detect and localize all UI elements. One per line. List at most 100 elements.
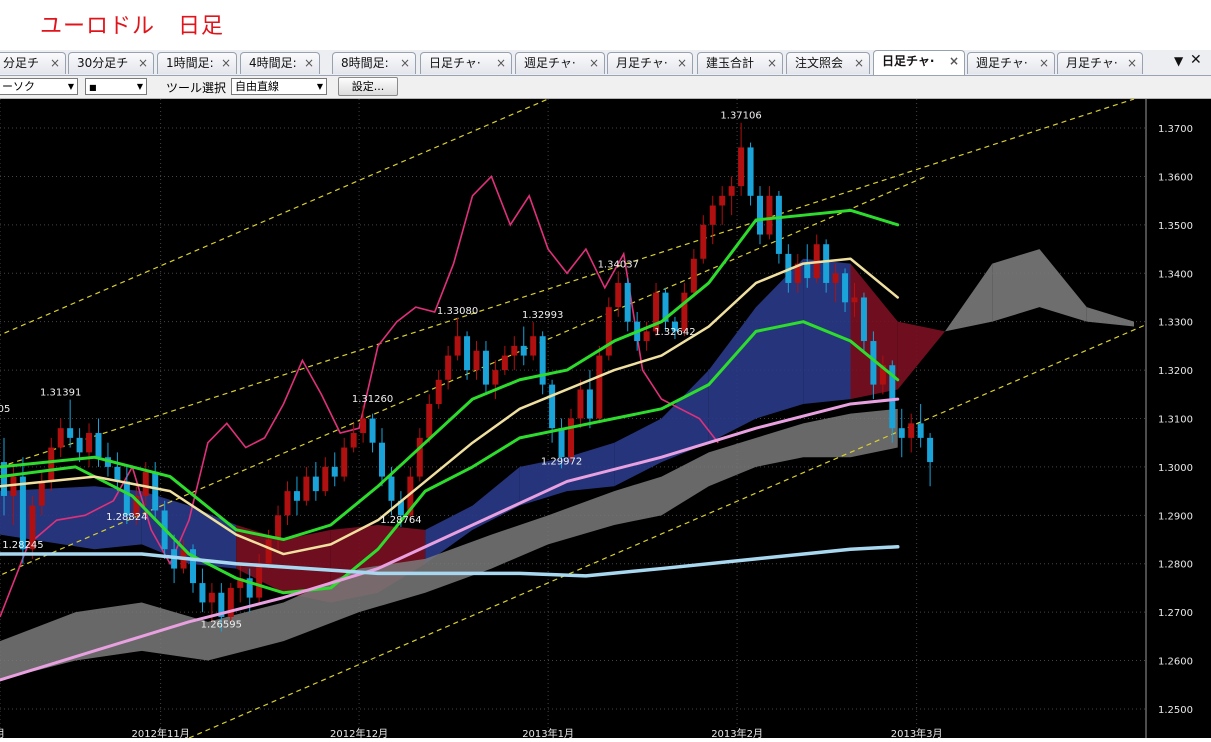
candle-body — [76, 437, 83, 453]
candle-body — [728, 186, 735, 196]
tab-bar: 分足チ × 30分足チ × 1時間足: × 4時間足: × 8時間足: × 日足チャ· × … — [0, 50, 1211, 76]
tab-label: 日足チャ· — [882, 54, 935, 68]
tab-order-inquiry[interactable]: 注文照会 × — [786, 52, 870, 74]
tool-select[interactable]: 自由直線 ▼ — [231, 78, 327, 95]
candle-body — [624, 282, 631, 322]
candle-body — [681, 292, 688, 332]
y-tick-label: 1.3000 — [1158, 463, 1193, 474]
close-icon[interactable]: × — [677, 53, 687, 74]
y-tick-label: 1.3600 — [1158, 172, 1193, 183]
candle-body — [208, 592, 215, 603]
candle-body — [605, 307, 612, 356]
candle-body — [416, 437, 423, 477]
price-annotation: 1.33080 — [437, 306, 478, 317]
tab-weekly-chart[interactable]: 週足チャ· × — [515, 52, 605, 74]
close-icon[interactable]: × — [400, 53, 410, 74]
y-tick-label: 1.3500 — [1158, 221, 1193, 232]
candle-body — [303, 476, 310, 501]
y-tick-label: 1.3300 — [1158, 318, 1193, 329]
price-annotation: 1.29972 — [541, 456, 582, 467]
tab-list-menu-icon[interactable]: ▼ — [1174, 54, 1183, 68]
y-tick-label: 1.3100 — [1158, 415, 1193, 426]
page-title: ユーロドル 日足 — [40, 14, 225, 39]
candle-body — [908, 423, 915, 438]
candle-body — [501, 355, 508, 371]
candle-body — [492, 370, 499, 385]
tab-label: 注文照会 — [795, 56, 844, 70]
candle-body — [615, 282, 622, 308]
candle-body — [823, 244, 830, 283]
close-icon[interactable]: × — [1127, 53, 1137, 74]
price-annotation: 1.28245 — [2, 540, 43, 551]
close-icon[interactable]: × — [221, 53, 231, 74]
tab-30min-chart[interactable]: 30分足チ × — [68, 52, 154, 74]
tab-minute-chart[interactable]: 分足チ × — [0, 52, 66, 74]
tab-label: 週足チャ· — [976, 56, 1028, 70]
candle-body — [766, 195, 773, 235]
tab-monthly-chart[interactable]: 月足チャ· × — [607, 52, 693, 74]
close-icon[interactable]: × — [767, 53, 777, 74]
marker-select[interactable]: ■ ▼ — [85, 78, 147, 95]
candle-body — [38, 481, 45, 506]
chart-area[interactable]: 05 1.31391 1.28824 1.28245 1.26595 1.31260 1.2… — [0, 98, 1211, 740]
tab-monthly-chart-2[interactable]: 月足チャ· × — [1057, 52, 1143, 74]
candle-body — [700, 224, 707, 259]
settings-button[interactable]: 設定... — [338, 77, 398, 96]
candle-body — [48, 447, 55, 482]
close-icon[interactable]: × — [496, 53, 506, 74]
close-icon[interactable]: × — [589, 53, 599, 74]
tab-label: 分足チ — [3, 56, 40, 70]
candle-body — [322, 466, 329, 492]
tab-label: 1時間足: — [166, 56, 214, 70]
tab-weekly-chart-2[interactable]: 週足チャ· × — [967, 52, 1055, 74]
candle-body — [464, 336, 471, 371]
price-chart[interactable]: 05 1.31391 1.28824 1.28245 1.26595 1.31260 1.2… — [0, 98, 1211, 740]
tab-1hour-chart[interactable]: 1時間足: × — [157, 52, 237, 74]
tab-label: 30分足チ — [77, 56, 129, 70]
y-tick-label: 1.2800 — [1158, 560, 1193, 571]
tab-label: 月足チャ· — [616, 56, 668, 70]
tab-daily-chart-active[interactable]: 日足チャ· × — [873, 50, 965, 75]
candle-body — [804, 263, 811, 279]
candle-body — [114, 466, 121, 482]
close-window-icon[interactable]: ✕ — [1190, 52, 1202, 68]
tab-label: 4時間足: — [249, 56, 297, 70]
chevron-down-icon: ▼ — [316, 82, 323, 91]
chevron-down-icon: ▼ — [136, 82, 143, 91]
candle-body — [511, 345, 518, 356]
candle-body — [19, 476, 26, 550]
candle-body — [568, 418, 574, 458]
candle-body — [199, 583, 206, 603]
x-tick-label: 2012年12月 — [330, 727, 388, 738]
candle-body — [331, 466, 338, 477]
close-icon[interactable]: × — [304, 53, 314, 74]
candle-body — [293, 491, 300, 501]
x-tick-label: 2013年3月 — [891, 727, 943, 738]
x-tick-label: 2013年1月 — [522, 727, 574, 738]
candle-body — [842, 273, 849, 303]
price-annotation: 1.37106 — [720, 111, 761, 122]
y-tick-label: 1.3200 — [1158, 366, 1193, 377]
close-icon[interactable]: × — [138, 53, 148, 74]
x-tick-label: 月 — [0, 728, 5, 738]
price-annotation: 1.34037 — [598, 259, 639, 270]
candle-body — [851, 297, 858, 303]
candle-body — [738, 147, 745, 187]
tab-daily-chart[interactable]: 日足チャ· × — [420, 52, 512, 74]
tab-label: 日足チャ· — [429, 56, 481, 70]
tab-4hour-chart[interactable]: 4時間足: × — [240, 52, 320, 74]
chart-type-select[interactable]: ーソク ▼ — [0, 78, 78, 95]
candle-body — [341, 447, 348, 477]
candle-body — [539, 336, 546, 385]
close-icon[interactable]: × — [50, 53, 60, 74]
candle-body — [549, 384, 556, 429]
close-icon[interactable]: × — [1039, 53, 1049, 74]
candle-body — [643, 331, 650, 342]
candle-body — [927, 437, 934, 463]
close-icon[interactable]: × — [854, 53, 864, 74]
tab-8hour-chart[interactable]: 8時間足: × — [332, 52, 416, 74]
close-icon[interactable]: × — [949, 51, 959, 72]
y-tick-label: 1.2900 — [1158, 511, 1193, 522]
y-tick-label: 1.3400 — [1158, 269, 1193, 280]
tab-position-total[interactable]: 建玉合計 × — [697, 52, 783, 74]
